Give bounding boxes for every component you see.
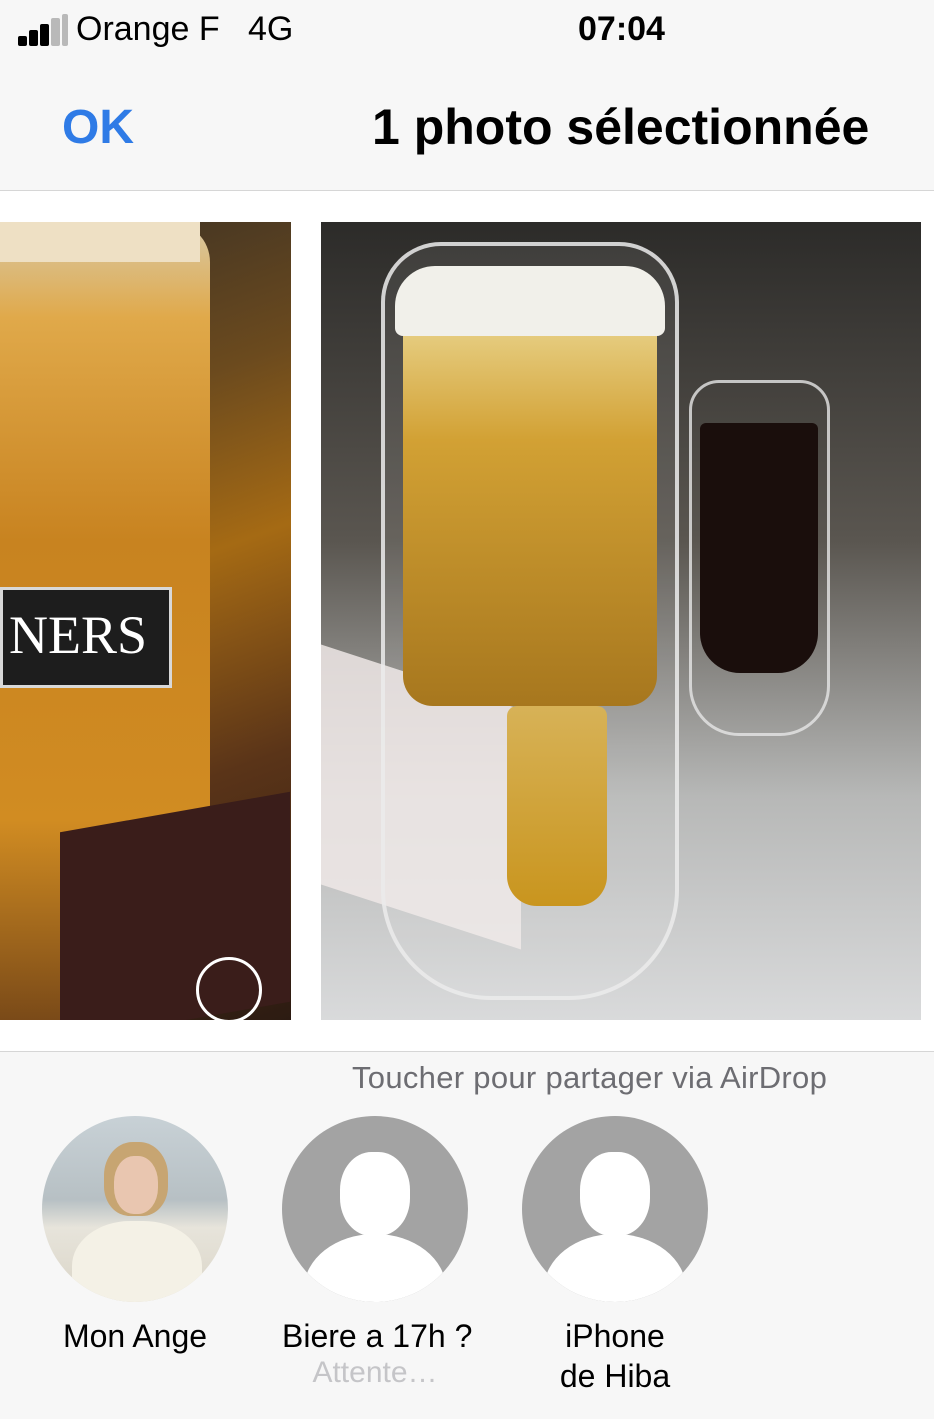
foam xyxy=(395,266,665,336)
beer-glass-image xyxy=(381,242,679,1000)
person-placeholder-icon xyxy=(522,1116,708,1302)
divider xyxy=(0,1051,934,1052)
ok-button[interactable]: OK xyxy=(62,100,134,155)
stout xyxy=(700,423,818,673)
airdrop-contact-mon-ange[interactable]: Mon Ange xyxy=(42,1116,228,1356)
contact-status: Attente… xyxy=(312,1356,438,1389)
clock: 07:04 xyxy=(578,10,665,48)
foam xyxy=(0,222,200,262)
silhouette-body xyxy=(304,1234,446,1302)
avatar-body xyxy=(72,1221,202,1302)
silhouette-body xyxy=(544,1234,686,1302)
photo-thumbnail-cider[interactable]: NERS xyxy=(0,222,291,1020)
avatar-face xyxy=(114,1156,158,1214)
stout-glass-image xyxy=(689,380,830,736)
silhouette-head xyxy=(340,1152,410,1236)
airdrop-hint: Toucher pour partager via AirDrop xyxy=(352,1060,828,1095)
photo-strip[interactable]: NERS ✓ xyxy=(0,191,934,1051)
network-type: 4G xyxy=(247,10,294,48)
carrier-label: Orange F 4G xyxy=(76,10,294,48)
person-placeholder-icon xyxy=(282,1116,468,1302)
airdrop-contact-biere[interactable]: Biere a 17h ? Attente… xyxy=(282,1116,473,1390)
beer xyxy=(403,326,657,706)
contact-name-line2: de Hiba xyxy=(559,1358,671,1394)
page-title: 1 photo sélectionnée xyxy=(372,99,870,155)
contact-name: Mon Ange xyxy=(62,1318,208,1354)
status-bar: Orange F 4G 07:04 xyxy=(0,0,934,64)
avatar xyxy=(42,1116,228,1302)
bottle-neck xyxy=(507,706,607,906)
navigation-bar: OK 1 photo sélectionnée xyxy=(0,64,934,190)
contact-name-line1: iPhone xyxy=(565,1318,665,1354)
contact-name: Biere a 17h ? xyxy=(282,1318,473,1354)
silhouette-head xyxy=(580,1152,650,1236)
photo-thumbnail-beer-bottle-glass[interactable]: ✓ xyxy=(321,222,921,1020)
select-circle-icon[interactable] xyxy=(196,957,262,1020)
brand-label: NERS xyxy=(0,587,172,688)
signal-strength-icon xyxy=(18,14,68,46)
airdrop-contact-iphone-hiba[interactable]: iPhone de Hiba xyxy=(522,1116,708,1396)
